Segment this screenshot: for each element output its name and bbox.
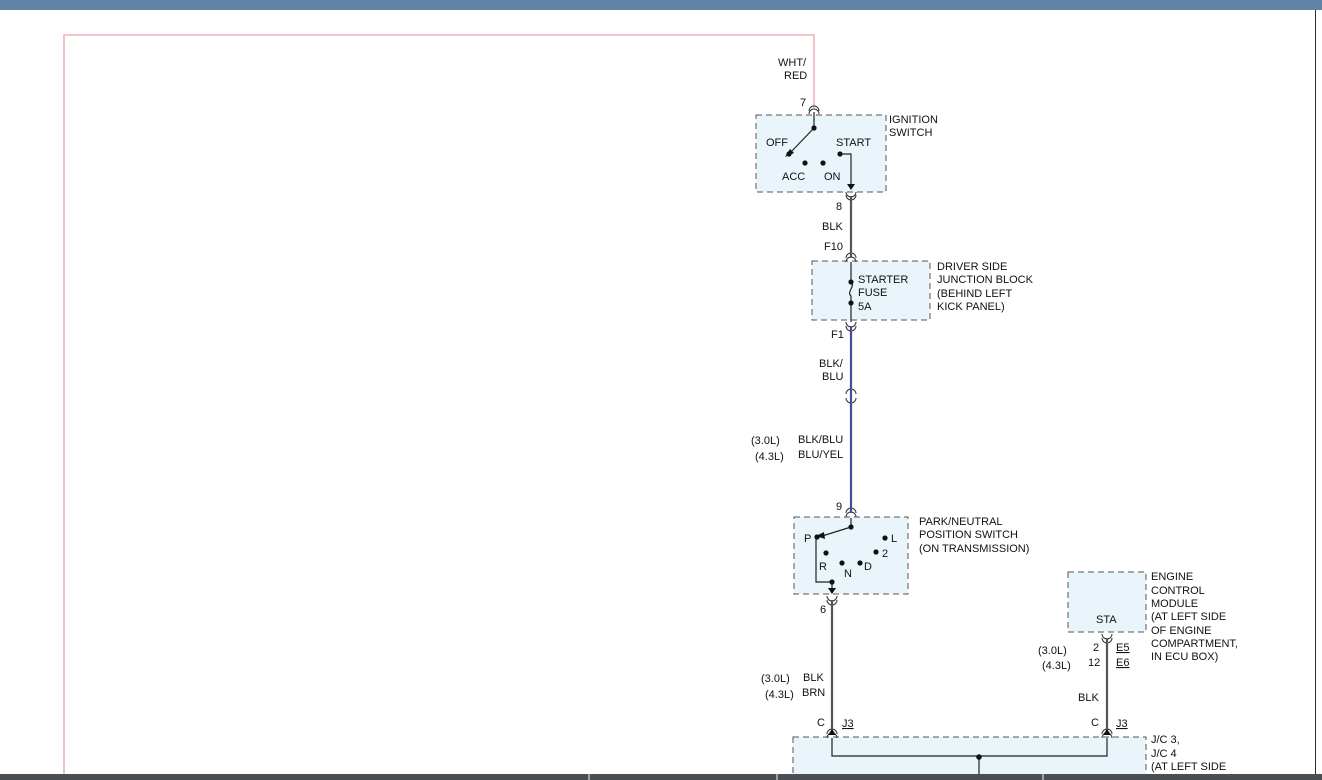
ecm-name-5: OF ENGINE	[1151, 625, 1212, 637]
ecm-name-7: IN ECU BOX)	[1151, 651, 1218, 663]
jb-name-2: JUNCTION BLOCK	[937, 274, 1034, 286]
fuse-label-2: FUSE	[858, 287, 887, 299]
pnp-pos-n: N	[844, 568, 852, 580]
pnp-out-brn: BRN	[802, 687, 825, 699]
bottom-toolbar	[0, 774, 1322, 780]
variant-30l: (3.0L)	[751, 435, 780, 447]
ecm-pin-43l: 12	[1088, 657, 1100, 669]
jb-pin-in: F10	[824, 241, 843, 253]
starter-circuit-diagram: WHT/ RED 7 IGNITION SWITCH OFF START ACC…	[63, 34, 1238, 780]
wire-wht-red	[63, 34, 815, 780]
fuse-dot-bottom	[848, 300, 854, 306]
toolbar-divider	[588, 774, 590, 780]
ecm-name-3: MODULE	[1151, 598, 1198, 610]
jc-node-dot	[976, 754, 982, 760]
connector-symbols	[808, 105, 1113, 739]
ecm-name-4: (AT LEFT SIDE	[1151, 611, 1226, 623]
ecm-wire-blk: BLK	[1078, 692, 1099, 704]
jc-conn-right: J3	[1116, 718, 1128, 730]
ecm-conn-43l: E6	[1116, 657, 1129, 669]
pnp-name-3: (ON TRANSMISSION)	[919, 543, 1029, 555]
jb-name-3: (BEHIND LEFT	[937, 288, 1012, 300]
toolbar-divider	[776, 774, 778, 780]
variant-wire-30l: BLK/BLU	[798, 434, 843, 446]
wire-label-blk-slash: BLK/	[819, 358, 844, 370]
variant-wire-43l: BLU/YEL	[798, 449, 843, 461]
fuse-label-1: STARTER	[858, 274, 908, 286]
ecm-variant-43l: (4.3L)	[1042, 660, 1071, 672]
jc-pin-right: C	[1091, 717, 1099, 729]
jb-pin-out: F1	[831, 329, 844, 341]
ignition-pos-off: OFF	[766, 137, 788, 149]
wire-label-blk: BLK	[822, 221, 843, 233]
jc-name-3: (AT LEFT SIDE	[1151, 761, 1226, 773]
ignition-name-1: IGNITION	[889, 114, 938, 126]
ignition-switch-box	[755, 114, 887, 193]
ignition-output-pin: 8	[836, 201, 842, 213]
jc-conn-left: J3	[842, 718, 854, 730]
ignition-pos-start: START	[836, 137, 871, 149]
wire-label-blu: BLU	[822, 371, 843, 383]
pnp-name-1: PARK/NEUTRAL	[919, 516, 1003, 528]
fuse-dot-top	[848, 279, 854, 285]
pnp-pos-2: 2	[882, 548, 888, 560]
ignition-pos-on: ON	[824, 171, 841, 183]
pnp-pin-out: 6	[820, 604, 826, 616]
ignition-name-2: SWITCH	[889, 127, 932, 139]
ecm-variant-30l: (3.0L)	[1038, 645, 1067, 657]
fuse-label-3: 5A	[858, 301, 872, 313]
ignition-input-pin: 7	[800, 97, 806, 109]
variant-43l: (4.3L)	[755, 451, 784, 463]
wire-color-wht: WHT/	[778, 57, 807, 69]
ecm-conn-30l: E5	[1116, 642, 1129, 654]
ecm-name-1: ENGINE	[1151, 571, 1193, 583]
scrollbar-track[interactable]	[1315, 10, 1322, 780]
pnp-name-2: POSITION SWITCH	[919, 529, 1018, 541]
pnp-pos-p: P	[804, 533, 811, 545]
ecm-name-2: CONTROL	[1151, 585, 1205, 597]
pnp-pos-d: D	[864, 561, 872, 573]
toolbar-divider	[1042, 774, 1044, 780]
jb-name-4: KICK PANEL)	[937, 301, 1005, 313]
ignition-pos-acc: ACC	[782, 171, 805, 183]
pnp-out-blk: BLK	[803, 672, 824, 684]
pnp-pin-in: 9	[836, 501, 842, 513]
pnp-pos-l: L	[891, 533, 897, 545]
pnp-out-30l: (3.0L)	[761, 673, 790, 685]
jc-pin-left: C	[817, 717, 825, 729]
ecm-terminal: STA	[1096, 614, 1117, 626]
jb-name-1: DRIVER SIDE	[937, 261, 1007, 273]
ecm-pin-30l: 2	[1093, 642, 1099, 654]
pnp-out-43l: (4.3L)	[765, 689, 794, 701]
wire-color-red: RED	[784, 70, 807, 82]
pnp-pos-r: R	[819, 561, 827, 573]
jc-name-2: J/C 4	[1151, 748, 1177, 760]
ecm-name-6: COMPARTMENT,	[1151, 638, 1238, 650]
jc-name-1: J/C 3,	[1151, 734, 1180, 746]
